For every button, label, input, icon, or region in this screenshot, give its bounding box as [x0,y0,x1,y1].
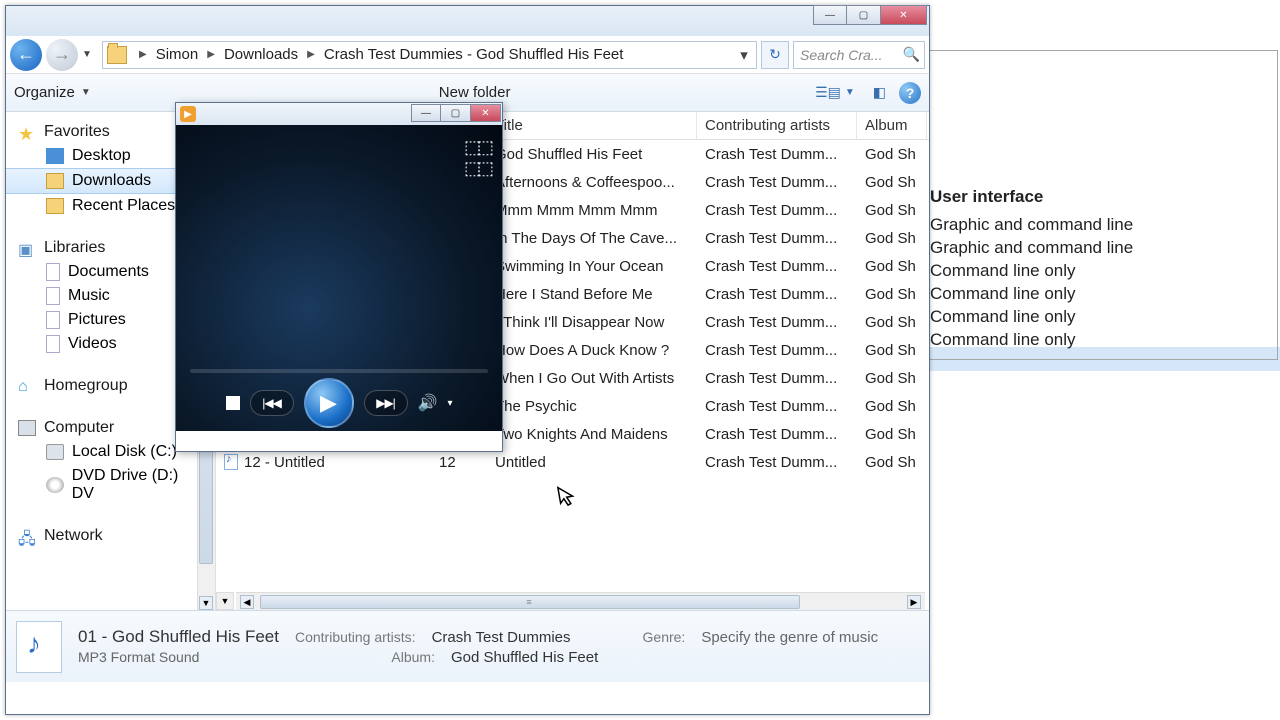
breadcrumb-item[interactable]: Crash Test Dummies - God Shuffled His Fe… [321,46,627,63]
organize-label: Organize [14,84,75,101]
music-file-icon [224,454,238,470]
play-button[interactable]: ▶ [304,378,354,428]
new-folder-button[interactable]: New folder [99,84,511,101]
organize-menu[interactable]: Organize ▼ [14,84,91,101]
pictures-icon [46,311,60,329]
horizontal-scrollbar[interactable]: ◀ ≡ ▶ [236,592,925,610]
details-filetype: MP3 Format Sound [78,649,199,665]
bg-cell: Command line only [930,328,1133,351]
scroll-down-arrow[interactable]: ▼ [199,596,213,610]
network-icon: 🖧 [18,528,36,544]
window-titlebar[interactable]: — ▢ ✕ [6,6,929,36]
computer-icon [18,420,36,436]
list-icon: ☰▤ [815,84,841,101]
library-icon: ▣ [18,240,36,256]
details-genre-label: Genre: [643,629,686,645]
view-options[interactable]: ☰▤ ▼ [810,81,860,104]
pane-icon: ◧ [873,84,886,101]
address-bar[interactable]: ▶ Simon ▶ Downloads ▶ Crash Test Dummies… [102,41,757,69]
breadcrumb-sep: ▶ [301,49,321,60]
details-album-label: Album: [391,649,435,665]
bg-cell: Graphic and command line [930,236,1133,259]
scroll-corner[interactable]: ▼ [216,592,234,610]
details-pane: 01 - God Shuffled His Feet Contributing … [6,610,929,682]
address-dropdown[interactable]: ▾ [736,46,752,64]
details-genre-value[interactable]: Specify the genre of music [701,629,878,646]
breadcrumb-sep: ▶ [133,49,153,60]
folder-icon [46,173,64,189]
playback-controls: |◀◀ ▶ ▶▶| 🔊 ▾ [176,381,502,425]
bg-cell: Graphic and command line [930,213,1133,236]
disk-icon [46,444,64,460]
fullscreen-icon[interactable]: ⬚⬚⬚⬚ [464,137,490,179]
close-button[interactable]: ✕ [881,5,927,25]
folder-icon [46,198,64,214]
stop-button[interactable] [226,396,240,410]
scrollbar-thumb[interactable]: ≡ [260,595,800,609]
media-player-visualization: ⬚⬚⬚⬚ |◀◀ ▶ ▶▶| 🔊 ▾ [176,125,502,431]
history-dropdown[interactable]: ▼ [82,49,98,60]
minimize-button[interactable]: — [813,5,847,25]
details-album-value: God Shuffled His Feet [451,649,598,666]
music-icon [46,287,60,305]
sidebar-network[interactable]: 🖧Network [6,524,215,548]
mp-minimize-button[interactable]: — [411,104,441,122]
help-button[interactable]: ? [899,82,921,104]
caret-icon: ▼ [845,87,855,98]
mp-close-button[interactable]: ✕ [471,104,501,122]
wmp-icon: ▶ [180,106,196,122]
mp-maximize-button[interactable]: ▢ [441,104,471,122]
sidebar-dvd-drive[interactable]: DVD Drive (D:) DV [6,464,215,506]
scroll-right-arrow[interactable]: ▶ [907,595,921,609]
volume-dropdown[interactable]: ▾ [447,398,452,409]
volume-icon[interactable]: 🔊 [418,393,438,413]
bg-cell: Command line only [930,259,1133,282]
breadcrumb-item[interactable]: Downloads [221,46,301,63]
caret-icon: ▼ [81,87,91,98]
bg-col-header: User interface [930,185,1043,208]
homegroup-icon: ⌂ [18,378,36,394]
details-filename: 01 - God Shuffled His Feet [78,627,279,647]
media-player-titlebar[interactable]: ▶ — ▢ ✕ [176,103,502,125]
bg-cell: Command line only [930,282,1133,305]
star-icon: ★ [18,124,36,140]
file-type-icon [16,621,62,673]
scroll-left-arrow[interactable]: ◀ [240,595,254,609]
next-button[interactable]: ▶▶| [364,390,408,416]
breadcrumb-item[interactable]: Simon [153,46,202,63]
document-icon [46,263,60,281]
back-button[interactable]: ← [10,39,42,71]
preview-pane-toggle[interactable]: ◧ [868,81,891,104]
navigation-bar: ← → ▼ ▶ Simon ▶ Downloads ▶ Crash Test D… [6,36,929,74]
previous-button[interactable]: |◀◀ [250,390,294,416]
search-icon: 🔍 [903,46,920,63]
seek-bar[interactable] [190,369,488,373]
breadcrumb-sep: ▶ [201,49,221,60]
refresh-button[interactable]: ↻ [761,41,789,69]
videos-icon [46,335,60,353]
folder-icon [107,46,127,64]
table-row[interactable]: 12 - Untitled12UntitledCrash Test Dumm..… [216,448,929,476]
maximize-button[interactable]: ▢ [847,5,881,25]
col-title[interactable]: Title [487,112,697,139]
col-artist[interactable]: Contributing artists [697,112,857,139]
details-artist-label: Contributing artists: [295,629,416,645]
details-artist-value: Crash Test Dummies [432,629,571,646]
search-input[interactable]: Search Cra... 🔍 [793,41,925,69]
bg-table: User interface Graphic and command line … [930,185,1133,351]
search-placeholder: Search Cra... [800,47,882,63]
col-album[interactable]: Album [857,112,927,139]
desktop-icon [46,148,64,164]
bg-cell: Command line only [930,305,1133,328]
dvd-icon [46,477,64,493]
media-player-window[interactable]: ▶ — ▢ ✕ ⬚⬚⬚⬚ |◀◀ ▶ ▶▶| 🔊 ▾ [175,102,503,452]
forward-button[interactable]: → [46,39,78,71]
